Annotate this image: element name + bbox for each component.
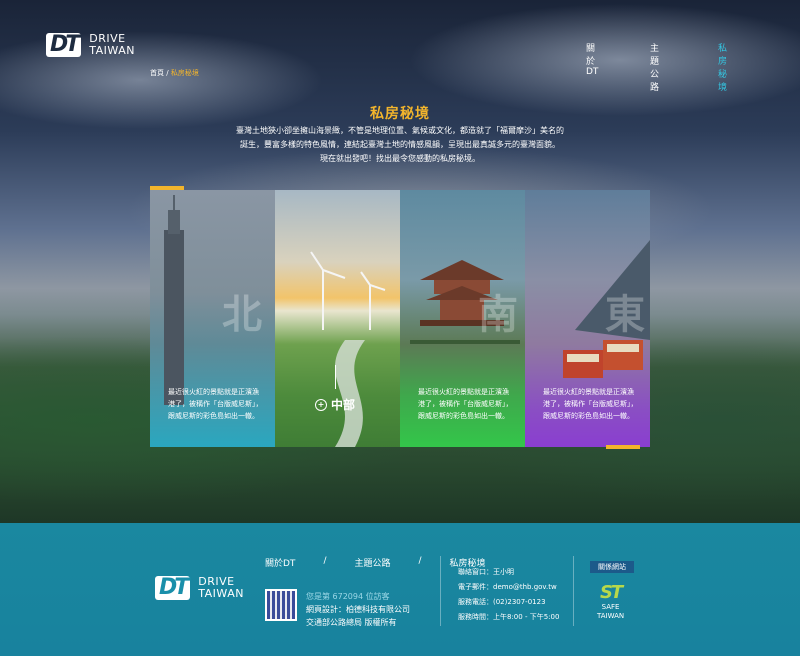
region-card-central[interactable]: + 中部 <box>275 190 400 447</box>
intro-line-1: 臺灣土地狹小卻坐擁山海景緻，不管是地理位置、氣候或文化，都造就了「福爾摩沙」美名… <box>236 126 564 135</box>
contact-email[interactable]: 電子郵件：demo@thb.gov.tw <box>458 580 559 595</box>
footer-divider <box>573 556 574 626</box>
site-footer: 關於DT / 主題公路 / 私房秘境 DT DRIVE TAIWAN 您是第 6… <box>0 523 800 656</box>
footer-divider <box>440 556 441 626</box>
logo-text-taiwan: TAIWAN <box>89 44 135 57</box>
contact-phone: 服務電話：(02)2307-0123 <box>458 598 546 606</box>
site-header: DT DRIVE TAIWAN 關於DT 主題公路 私房秘境 <box>0 0 800 93</box>
region-name-central: 中部 <box>331 398 356 412</box>
plus-circle-icon: + <box>315 398 327 411</box>
safe-taiwan-logo[interactable]: ST SAFE TAIWAN <box>597 583 624 621</box>
contact-window: 聯絡窗口：王小明 <box>458 568 514 576</box>
web-design-credit: 網頁設計：柏德科技有限公司 <box>306 605 410 614</box>
nav-secret-spots[interactable]: 私房秘境 <box>718 41 727 93</box>
page-title: 私房秘境 <box>370 106 430 122</box>
breadcrumb-current: 私房秘境 <box>170 69 199 77</box>
footer-logo[interactable]: DT DRIVE TAIWAN <box>155 576 244 600</box>
intro-line-3: 現在就出發吧！找出最令您感動的私房秘境。 <box>320 154 480 163</box>
nav-about[interactable]: 關於DT <box>586 41 598 77</box>
region-char-east: 東 <box>605 292 645 338</box>
service-hours: 服務時間：上午8:00 - 下午5:00 <box>458 613 560 621</box>
footer-logo-taiwan: TAIWAN <box>198 587 244 600</box>
visitor-count: 您是第 672094 位訪客 <box>306 592 390 601</box>
copyright: 交通部公路總局 版權所有 <box>306 618 397 627</box>
region-card-north[interactable]: 北 最近很火紅的景點就是正濱漁港了，被稱作「台版威尼斯」，跟威尼斯的彩色島如出一… <box>150 190 275 447</box>
region-char-north: 北 <box>222 292 262 338</box>
taiwan-text: TAIWAN <box>597 612 625 620</box>
card-description-east: 最近很火紅的景點就是正濱漁港了，被稱作「台版威尼斯」，跟威尼斯的彩色島如出一轍。 <box>543 388 638 420</box>
contact-info: 聯絡窗口：王小明 電子郵件：demo@thb.gov.tw 服務電話：(02)2… <box>458 565 559 625</box>
safe-text: SAFE <box>601 603 620 611</box>
footer-dt-logo-mark: DT <box>155 576 191 600</box>
qr-code-icon <box>265 589 297 621</box>
footer-info: 您是第 672094 位訪客 網頁設計：柏德科技有限公司 交通部公路總局 版權所… <box>306 590 410 629</box>
card-description-south: 最近很火紅的景點就是正濱漁港了，被稱作「台版威尼斯」，跟威尼斯的彩色島如出一轍。 <box>418 388 513 420</box>
region-cards: 北 最近很火紅的景點就是正濱漁港了，被稱作「台版威尼斯」，跟威尼斯的彩色島如出一… <box>150 190 650 447</box>
breadcrumb: 首頁 / 私房秘境 <box>150 68 199 78</box>
intro-line-2: 誕生，豐富多樣的特色風情，連結起臺灣土地的情感風韻，呈現出最真誠多元的臺灣面貌。 <box>240 140 560 149</box>
region-card-south[interactable]: 南 最近很火紅的景點就是正濱漁港了，被稱作「台版威尼斯」，跟威尼斯的彩色島如出一… <box>400 190 525 447</box>
accent-bar-bottom <box>606 445 640 449</box>
divider-line <box>335 365 336 389</box>
breadcrumb-separator: / <box>166 69 169 77</box>
dt-logo-mark: DT <box>46 33 82 57</box>
footer-link-about[interactable]: 關於DT <box>265 556 295 569</box>
footer-separator: / <box>418 556 422 566</box>
site-logo[interactable]: DT DRIVE TAIWAN <box>46 33 135 57</box>
footer-separator: / <box>323 556 327 566</box>
card-description-north: 最近很火紅的景點就是正濱漁港了，被稱作「台版威尼斯」，跟威尼斯的彩色島如出一轍。 <box>168 388 263 420</box>
footer-link-theme-roads[interactable]: 主題公路 <box>354 556 390 569</box>
footer-links: 關於DT / 主題公路 / 私房秘境 <box>265 556 486 569</box>
safe-taiwan-mark: ST <box>599 582 623 603</box>
page-intro: 臺灣土地狹小卻坐擁山海景緻，不管是地理位置、氣候或文化，都造就了「福爾摩沙」美名… <box>190 124 610 166</box>
related-sites-button[interactable]: 關係網站 <box>590 561 634 573</box>
nav-theme-roads[interactable]: 主題公路 <box>650 41 659 93</box>
region-card-east[interactable]: 東 最近很火紅的景點就是正濱漁港了，被稱作「台版威尼斯」，跟威尼斯的彩色島如出一… <box>525 190 650 447</box>
breadcrumb-home[interactable]: 首頁 <box>150 69 164 77</box>
region-label-central: + 中部 <box>315 396 355 413</box>
region-char-south: 南 <box>478 292 518 338</box>
